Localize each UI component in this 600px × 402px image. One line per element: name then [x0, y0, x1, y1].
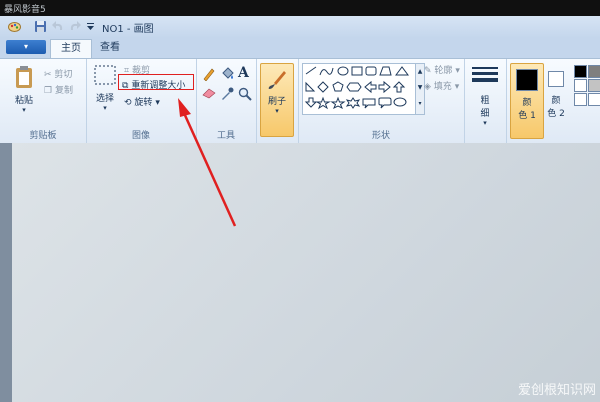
red-arrow-annotation [178, 98, 237, 227]
watermark-text: 爱创根知识网 [517, 383, 596, 398]
